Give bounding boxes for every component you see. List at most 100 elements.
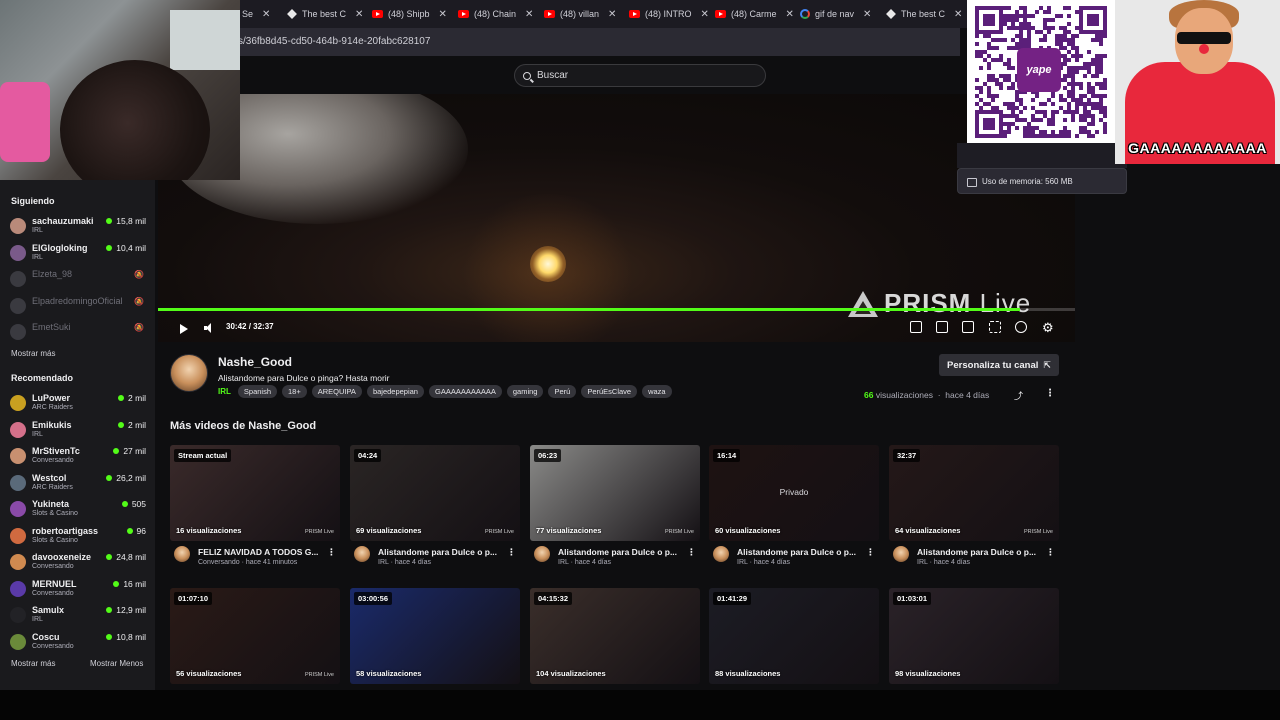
video-thumbnail[interactable]: 01:07:10 56 visualizaciones PRISM Live: [170, 588, 340, 684]
close-tab-icon[interactable]: ✕: [786, 9, 794, 20]
video-player[interactable]: PRISM Live 30:42 / 32:37 ⚙: [158, 94, 1075, 342]
share-icon[interactable]: ⤴: [1014, 389, 1023, 402]
video-thumbnail[interactable]: 01:41:29 88 visualizaciones: [709, 588, 879, 684]
video-title[interactable]: Alistandome para Dulce o p...: [558, 547, 682, 557]
close-tab-icon[interactable]: ✕: [439, 9, 447, 20]
search-input[interactable]: Buscar: [514, 64, 766, 87]
channel-avatar[interactable]: [534, 546, 550, 562]
browser-tab[interactable]: The best C ✕: [287, 4, 367, 24]
sidebar-channel-item[interactable]: EmetSuki 🔕: [10, 322, 146, 346]
live-sync-icon[interactable]: [1015, 321, 1027, 333]
tag-chip[interactable]: Spanish: [237, 385, 277, 398]
browser-tab[interactable]: (48) Carme ✕: [715, 4, 795, 24]
close-tab-icon[interactable]: ✕: [608, 9, 616, 20]
video-thumbnail[interactable]: 16:14 Privado 60 visualizaciones: [709, 445, 879, 541]
progress-bar[interactable]: [158, 308, 1075, 311]
sidebar-channel-item[interactable]: MERNUEL Conversando 16 mil: [10, 579, 146, 603]
clip-icon[interactable]: [936, 321, 948, 333]
sidebar-channel-item[interactable]: Elzeta_98 🔕: [10, 269, 146, 293]
sidebar-channel-item[interactable]: Coscu Conversando 10,8 mil: [10, 632, 146, 656]
video-card[interactable]: 32:37 64 visualizaciones PRISM Live Alistan…: [889, 445, 1059, 571]
customize-channel-button[interactable]: Personaliza tu canal ⇱: [939, 354, 1059, 376]
tag-chip[interactable]: bajedepepian: [366, 385, 424, 398]
video-thumbnail[interactable]: 06:23 77 visualizaciones PRISM Live: [530, 445, 700, 541]
channel-avatar[interactable]: [893, 546, 909, 562]
browser-tab[interactable]: (48) INTRO ✕: [629, 4, 709, 24]
category-link[interactable]: IRL: [218, 387, 231, 396]
video-card[interactable]: 03:00:56 58 visualizaciones: [350, 588, 520, 684]
video-card[interactable]: 01:41:29 88 visualizaciones: [709, 588, 879, 684]
sidebar-channel-item[interactable]: Yukineta Slots & Casino 505: [10, 499, 146, 523]
close-tab-icon[interactable]: ✕: [525, 9, 533, 20]
tag-chip[interactable]: PerúEsClave: [581, 385, 638, 398]
channel-avatar[interactable]: [174, 546, 190, 562]
sidebar-channel-item[interactable]: davooxeneize Conversando 24,8 mil: [10, 552, 146, 576]
video-card[interactable]: 06:23 77 visualizaciones PRISM Live Alistan…: [530, 445, 700, 571]
video-thumbnail[interactable]: 03:00:56 58 visualizaciones: [350, 588, 520, 684]
more-options-icon[interactable]: ⋮: [687, 547, 696, 558]
viewer-count-value: 26,2 mil: [116, 472, 146, 483]
sidebar-channel-item[interactable]: LuPower ARC Raiders 2 mil: [10, 393, 146, 417]
settings-gear-icon[interactable]: ⚙: [1042, 320, 1054, 336]
browser-tab[interactable]: (48) villan ✕: [544, 4, 624, 24]
sidebar-channel-item[interactable]: ElpadredomingoOficial 🔕: [10, 296, 146, 320]
video-title[interactable]: FELIZ NAVIDAD A TODOS G...: [198, 547, 322, 557]
channel-avatar[interactable]: [354, 546, 370, 562]
sidebar-channel-item[interactable]: sachauzumaki IRL 15,8 mil: [10, 216, 146, 240]
sidebar-channel-item[interactable]: ElGlogloking IRL 10,4 mil: [10, 243, 146, 267]
video-card[interactable]: 16:14 Privado 60 visualizaciones Alistandom…: [709, 445, 879, 571]
close-tab-icon[interactable]: ✕: [701, 9, 709, 20]
play-icon[interactable]: [180, 324, 188, 334]
sidebar-channel-item[interactable]: robertoartigass Slots & Casino 96: [10, 526, 146, 550]
video-card[interactable]: 01:07:10 56 visualizaciones PRISM Live: [170, 588, 340, 684]
channel-avatar: [10, 633, 26, 650]
more-options-icon[interactable]: ⋮: [1046, 547, 1055, 558]
sidebar-channel-item[interactable]: MrStivenTc Conversando 27 mil: [10, 446, 146, 470]
volume-icon[interactable]: [204, 323, 216, 333]
video-card[interactable]: 01:03:01 98 visualizaciones: [889, 588, 1059, 684]
channel-avatar[interactable]: [170, 354, 208, 392]
fullscreen-icon[interactable]: [989, 321, 1001, 333]
video-thumbnail[interactable]: 04:24 69 visualizaciones PRISM Live: [350, 445, 520, 541]
close-tab-icon[interactable]: ✕: [355, 9, 363, 20]
picture-in-picture-icon[interactable]: [910, 321, 922, 333]
video-title[interactable]: Alistandome para Dulce o p...: [737, 547, 861, 557]
browser-tab[interactable]: (48) Shipb ✕: [372, 4, 452, 24]
close-tab-icon[interactable]: ✕: [954, 9, 962, 20]
channel-name[interactable]: Nashe_Good: [218, 355, 292, 369]
video-thumbnail[interactable]: Stream actual 16 visualizaciones PRISM Liv…: [170, 445, 340, 541]
sidebar-channel-item[interactable]: Samulx IRL 12,9 mil: [10, 605, 146, 629]
tag-chip[interactable]: Perú: [548, 385, 577, 398]
more-options-icon[interactable]: ⋮: [327, 547, 336, 558]
browser-tab[interactable]: gif de nav ✕: [800, 4, 880, 24]
browser-tab[interactable]: (48) Chain ✕: [458, 4, 538, 24]
tag-chip[interactable]: AREQUIPA: [311, 385, 362, 398]
sidebar-channel-item[interactable]: Westcol ARC Raiders 26,2 mil: [10, 473, 146, 497]
video-card[interactable]: Stream actual 16 visualizaciones PRISM Liv…: [170, 445, 340, 571]
tag-chip[interactable]: gaming: [506, 385, 544, 398]
theater-mode-icon[interactable]: [962, 321, 974, 333]
video-card[interactable]: 04:24 69 visualizaciones PRISM Live Alistan…: [350, 445, 520, 571]
tag-chip[interactable]: GAAAAAAAAAAA: [428, 385, 502, 398]
following-show-more-link[interactable]: Mostrar más: [11, 349, 55, 358]
close-tab-icon[interactable]: ✕: [863, 9, 871, 20]
more-options-icon[interactable]: ⋮: [866, 547, 875, 558]
video-thumbnail[interactable]: 04:15:32 104 visualizaciones: [530, 588, 700, 684]
sidebar-channel-item[interactable]: Emikukis IRL 2 mil: [10, 420, 146, 444]
tag-chip[interactable]: waza: [642, 385, 672, 398]
recommended-show-more-link[interactable]: Mostrar más: [11, 659, 55, 668]
tag-chip[interactable]: 18+: [282, 385, 307, 398]
more-options-icon[interactable]: ⋮: [507, 547, 516, 558]
video-thumbnail[interactable]: 01:03:01 98 visualizaciones: [889, 588, 1059, 684]
video-title[interactable]: Alistandome para Dulce o p...: [378, 547, 502, 557]
recommended-show-less-link[interactable]: Mostrar Menos: [90, 659, 143, 668]
duration: 32:37: [253, 322, 274, 331]
browser-tab[interactable]: The best C ✕: [886, 4, 966, 24]
video-title[interactable]: Alistandome para Dulce o p...: [917, 547, 1041, 557]
url-text[interactable]: s/36fb8d45-cd50-464b-914e-20fabc628107: [238, 36, 430, 47]
close-tab-icon[interactable]: ✕: [262, 9, 270, 20]
video-card[interactable]: 04:15:32 104 visualizaciones: [530, 588, 700, 684]
channel-avatar[interactable]: [713, 546, 729, 562]
more-options-icon[interactable]: ⋮: [1045, 388, 1055, 399]
video-thumbnail[interactable]: 32:37 64 visualizaciones PRISM Live: [889, 445, 1059, 541]
